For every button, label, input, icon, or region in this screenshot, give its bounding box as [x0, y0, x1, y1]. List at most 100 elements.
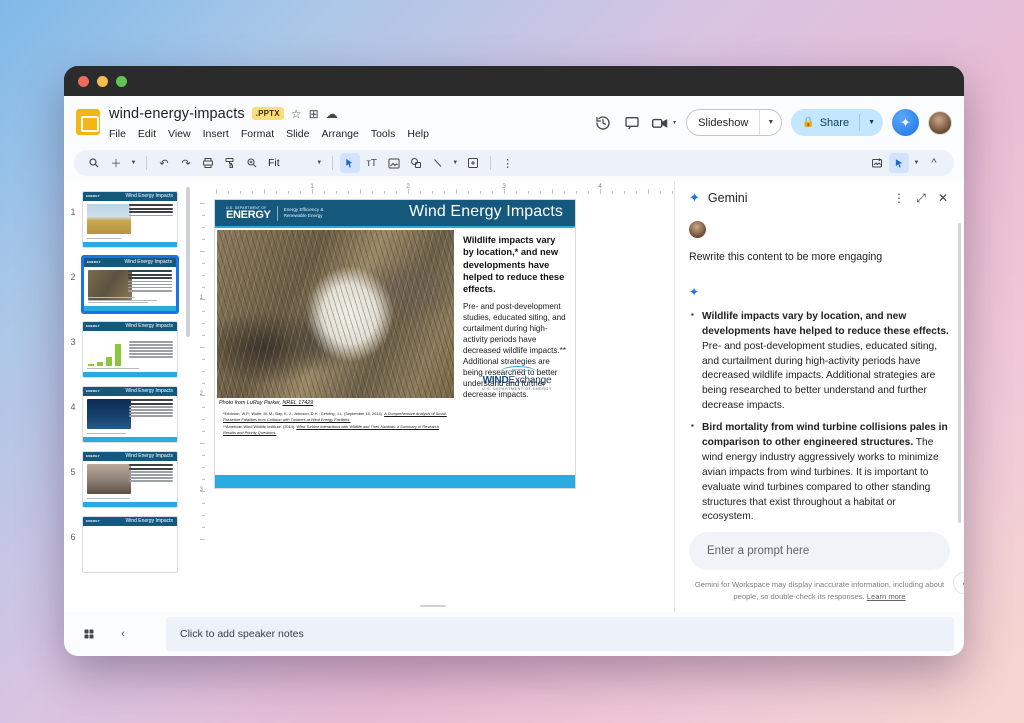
grid-view-icon[interactable] [78, 623, 100, 645]
slideshow-label: Slideshow [687, 117, 759, 129]
thumb-text [128, 270, 172, 293]
gemini-conversation[interactable]: Rewrite this content to be more engaging… [675, 215, 964, 524]
slide-filmstrip[interactable]: 1 ENERGY Wind Energy Impacts 2 [64, 181, 192, 612]
avatar[interactable] [928, 111, 952, 135]
thumb-footer-band [83, 502, 177, 507]
gemini-button[interactable]: ✦ [892, 109, 919, 136]
lock-icon: 🔒 [791, 117, 819, 128]
slide-thumbnail-5[interactable]: ENERGY Wind Energy Impacts [82, 451, 178, 508]
current-slide[interactable]: U.S. DEPARTMENT OF ENERGY Energy Efficie… [214, 199, 576, 489]
window-maximize-button[interactable] [116, 76, 127, 87]
redo-icon[interactable]: ↷ [176, 153, 196, 173]
filmstrip-scrollbar[interactable] [186, 187, 190, 337]
slide-header-band: U.S. DEPARTMENT OF ENERGY Energy Efficie… [215, 200, 575, 226]
app-header: wind-energy-impacts .PPTX ☆ ⊞ ☁ File Edi… [64, 96, 964, 148]
more-options-icon[interactable]: ⋮ [888, 187, 910, 209]
chevron-down-icon[interactable]: ▼ [450, 153, 461, 173]
menu-arrange[interactable]: Arrange [321, 128, 358, 140]
video-camera-icon[interactable]: ▾ [651, 113, 677, 133]
logo-name: WINDExchange [473, 375, 561, 386]
learn-more-link[interactable]: Learn more [867, 592, 906, 601]
menu-format[interactable]: Format [241, 128, 274, 140]
more-options-icon[interactable]: ⋮ [498, 153, 518, 173]
share-button[interactable]: 🔒 Share ▼ [791, 109, 883, 136]
plus-icon[interactable]: ＋ [106, 153, 126, 173]
expand-icon[interactable]: ⤢ [910, 187, 932, 209]
photo-credit-link[interactable]: NREL 17429 [283, 400, 314, 406]
menu-insert[interactable]: Insert [203, 128, 229, 140]
menu-tools[interactable]: Tools [371, 128, 396, 140]
star-icon[interactable]: ☆ [291, 108, 302, 120]
list-item[interactable]: 2 ENERGY Wind Energy Impacts [64, 252, 192, 317]
bullet-bold: Wildlife impacts vary by location, and n… [702, 311, 949, 337]
chevron-down-icon[interactable]: ▼ [911, 153, 922, 173]
search-icon[interactable] [84, 153, 104, 173]
menu-view[interactable]: View [168, 128, 191, 140]
chevron-down-icon[interactable]: ▼ [314, 153, 325, 173]
slide-thumbnail-2[interactable]: ENERGY Wind Energy Impacts [82, 256, 178, 313]
vertical-ruler: 1 2 3 [192, 195, 206, 612]
title-row: wind-energy-impacts .PPTX ☆ ⊞ ☁ [109, 103, 593, 124]
paint-format-icon[interactable] [220, 153, 240, 173]
doe-logo-icon: ENERGY [86, 454, 100, 458]
version-history-icon[interactable] [593, 113, 613, 133]
print-icon[interactable] [198, 153, 218, 173]
chevron-down-icon[interactable]: ▼ [860, 119, 883, 126]
slide-thumbnail-3[interactable]: ENERGY Wind Energy Impacts [82, 321, 178, 378]
agency-subtitle: Energy Efficiency &Renewable Energy [284, 207, 324, 219]
close-icon[interactable]: ✕ [932, 187, 954, 209]
zoom-icon[interactable] [242, 153, 262, 173]
shape-icon[interactable] [406, 153, 426, 173]
thumb-footer-band [84, 306, 176, 311]
window-close-button[interactable] [78, 76, 89, 87]
menu-file[interactable]: File [109, 128, 126, 140]
doe-logo-icon: ENERGY [86, 519, 100, 523]
chevron-down-icon[interactable]: ▼ [760, 119, 781, 126]
slide-thumbnail-4[interactable]: ENERGY Wind Energy Impacts [82, 386, 178, 443]
document-title[interactable]: wind-energy-impacts [109, 106, 245, 122]
sage-grouse-photo[interactable] [217, 230, 454, 398]
comment-add-icon[interactable] [463, 153, 483, 173]
comment-icon[interactable] [622, 113, 642, 133]
list-item[interactable]: 1 ENERGY Wind Energy Impacts [64, 187, 192, 252]
chevron-down-icon[interactable]: ▼ [128, 153, 139, 173]
thumb-title: Wind Energy Impacts [125, 388, 173, 394]
menu-bar: File Edit View Insert Format Slide Arran… [109, 128, 593, 140]
thumb-header: ENERGY Wind Energy Impacts [83, 452, 177, 461]
slide-number: 1 [64, 191, 82, 217]
zoom-level-label[interactable]: Fit [264, 157, 284, 169]
menu-help[interactable]: Help [407, 128, 429, 140]
cloud-saved-icon[interactable]: ☁ [326, 108, 338, 120]
background-icon[interactable] [867, 153, 887, 173]
slide-thumbnail-6[interactable]: ENERGY Wind Energy Impacts [82, 516, 178, 573]
cursor-icon[interactable] [340, 153, 360, 173]
text-box-icon[interactable]: ᴛT [362, 153, 382, 173]
ruler-label: 3 [200, 487, 203, 493]
move-to-folder-icon[interactable]: ⊞ [309, 108, 319, 120]
share-label: Share [820, 117, 859, 129]
list-item[interactable]: 6 ENERGY Wind Energy Impacts [64, 512, 192, 577]
menu-slide[interactable]: Slide [286, 128, 309, 140]
slide-canvas[interactable]: 1 2 3 [192, 181, 674, 612]
prompt-input[interactable]: Enter a prompt here [689, 532, 950, 570]
header-actions: ▾ Slideshow ▼ 🔒 Share ▼ ✦ [593, 109, 952, 136]
slideshow-button[interactable]: Slideshow ▼ [686, 109, 782, 136]
transition-icon[interactable] [889, 153, 909, 173]
list-item[interactable]: 3 ENERGY Wind Energy Impacts [64, 317, 192, 382]
list-item[interactable]: 5 ENERGY Wind Energy Impacts [64, 447, 192, 512]
window-minimize-button[interactable] [97, 76, 108, 87]
chevron-left-icon[interactable]: ‹ [112, 623, 134, 645]
slide-thumbnail-1[interactable]: ENERGY Wind Energy Impacts [82, 191, 178, 248]
list-item[interactable]: 4 ENERGY Wind Energy Impacts [64, 382, 192, 447]
gemini-scrollbar[interactable] [958, 223, 961, 523]
collapse-icon[interactable]: ^ [924, 153, 944, 173]
undo-icon[interactable]: ↶ [154, 153, 174, 173]
speaker-notes-placeholder: Click to add speaker notes [180, 628, 304, 640]
divider [332, 156, 333, 170]
image-icon[interactable] [384, 153, 404, 173]
menu-edit[interactable]: Edit [138, 128, 156, 140]
doe-logo-icon: ENERGY [87, 260, 101, 264]
canvas-scroll-indicator[interactable] [420, 605, 446, 607]
line-icon[interactable] [428, 153, 448, 173]
speaker-notes[interactable]: Click to add speaker notes [166, 617, 954, 651]
